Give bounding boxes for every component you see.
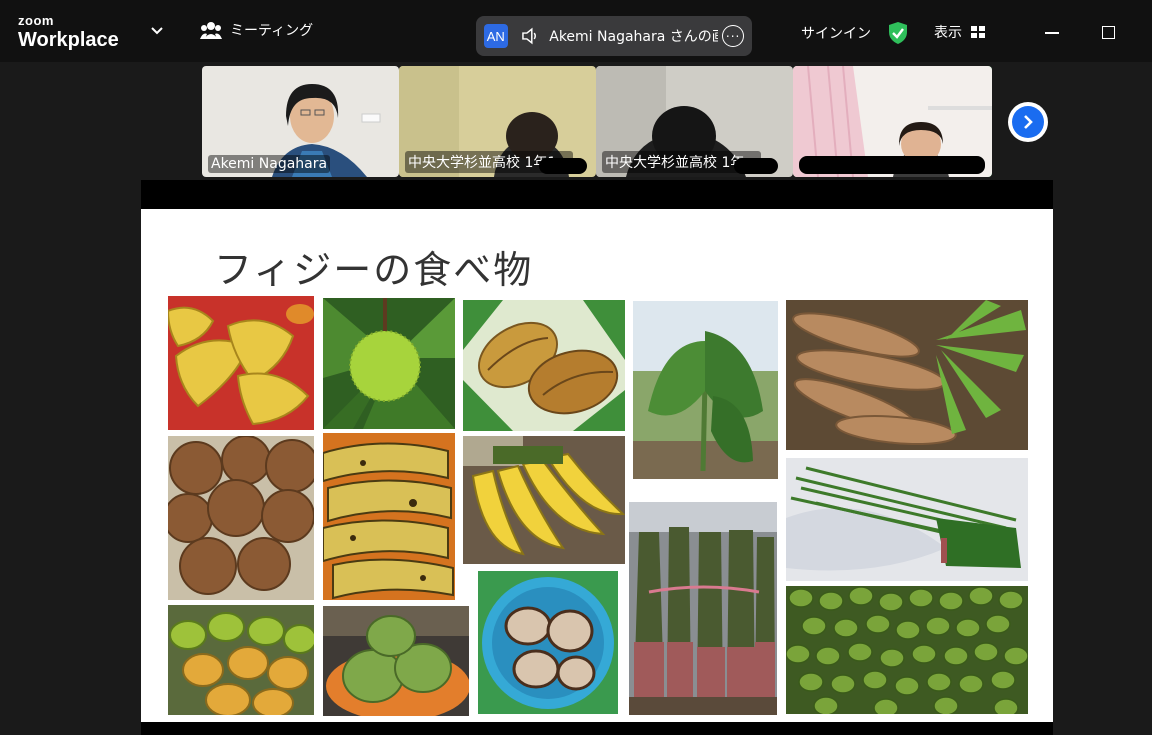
long-beans-photo xyxy=(786,458,1028,581)
breadfruit-photo xyxy=(323,298,455,429)
cacao-photo xyxy=(463,300,625,431)
participant-tile-active[interactable] xyxy=(793,66,992,177)
banana-photo xyxy=(463,436,625,564)
next-page-button[interactable] xyxy=(1008,102,1048,142)
starfruit-photo xyxy=(168,296,314,430)
meeting-button[interactable]: ミーティング xyxy=(200,20,313,40)
redaction-bar xyxy=(799,156,985,174)
top-bar: zoom Workplace ミーティング AN Akemi Nagahara … xyxy=(0,0,1152,62)
cassava-photo xyxy=(786,300,1028,450)
chevron-down-icon[interactable] xyxy=(150,26,164,36)
participant-tile[interactable]: Akemi Nagahara xyxy=(202,66,399,177)
participant-name: Akemi Nagahara xyxy=(208,155,331,173)
maximize-icon[interactable] xyxy=(1102,26,1115,39)
participant-strip: Akemi Nagahara 中央大学杉並高校 1年1... 中央大学杉並高校 … xyxy=(202,66,992,177)
share-title: Akemi Nagahara さんの画面 xyxy=(549,29,718,45)
logo-small-text: zoom xyxy=(18,13,54,28)
view-button[interactable]: 表示 xyxy=(934,22,986,42)
slide-title: フィジーの食べ物 xyxy=(214,248,534,292)
minimize-icon[interactable] xyxy=(1045,32,1059,34)
plantain-photo xyxy=(323,433,455,600)
redaction-bar xyxy=(734,158,778,174)
taro-plant-photo xyxy=(633,301,778,479)
coconut-photo xyxy=(168,436,314,600)
logo-big-text: Workplace xyxy=(18,29,119,51)
breadfruit-sliced-photo xyxy=(478,571,618,714)
zoom-logo: zoom Workplace xyxy=(18,14,119,50)
view-label: 表示 xyxy=(934,25,962,41)
mango-photo xyxy=(323,606,469,716)
participant-tile[interactable]: 中央大学杉並高校 1年1... xyxy=(399,66,596,177)
papaya-photo xyxy=(168,605,314,715)
presenter-avatar: AN xyxy=(484,24,508,48)
shield-check-icon[interactable] xyxy=(887,21,909,45)
redaction-bar xyxy=(539,158,587,174)
screen-share-indicator[interactable]: AN Akemi Nagahara さんの画面 ... xyxy=(476,16,752,56)
participants-icon xyxy=(200,22,222,39)
participant-tile[interactable]: 中央大学杉並高校 1年... xyxy=(596,66,793,177)
more-options-icon[interactable]: ... xyxy=(722,25,744,47)
green-fruit-pile-photo xyxy=(786,586,1028,714)
taro-bundle-photo xyxy=(629,502,777,715)
meeting-label: ミーティング xyxy=(230,23,314,39)
presentation-slide: フィジーの食べ物 xyxy=(141,209,1053,722)
grid-view-icon xyxy=(971,26,985,38)
chevron-right-icon xyxy=(1024,115,1033,129)
signin-button[interactable]: サインイン xyxy=(801,23,871,43)
speaker-icon[interactable] xyxy=(520,26,540,46)
